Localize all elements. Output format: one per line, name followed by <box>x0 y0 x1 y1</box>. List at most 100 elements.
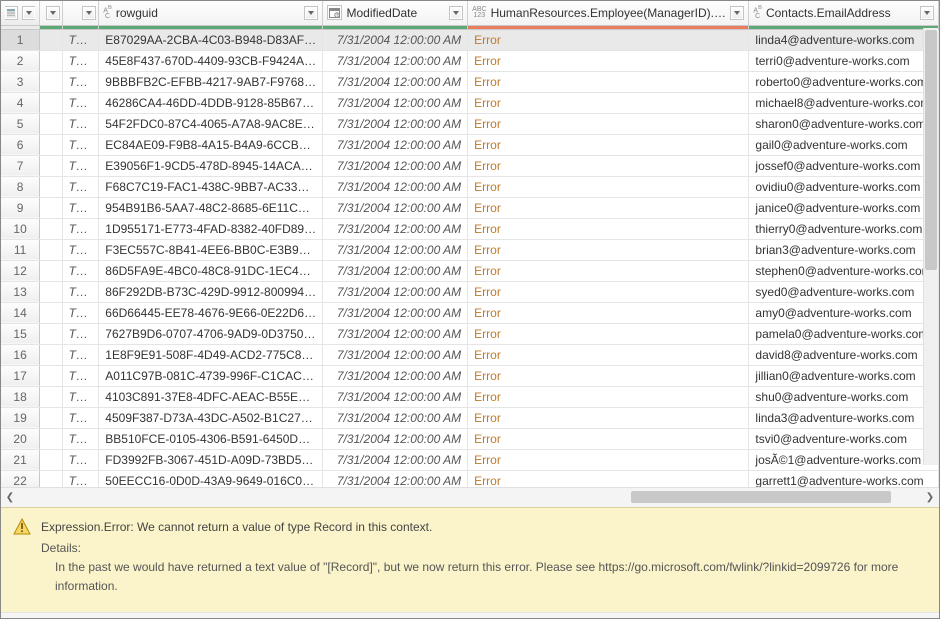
row-number-cell[interactable]: 16 <box>1 344 40 365</box>
title-cell[interactable]: Error <box>468 260 749 281</box>
edit-column-menu[interactable] <box>46 6 60 20</box>
modifieddate-cell[interactable]: 7/31/2004 12:00:00 AM <box>323 302 468 323</box>
rowguid-cell[interactable]: A011C97B-081C-4739-996F-C1CAC4532F... <box>99 365 323 386</box>
edit-cell[interactable] <box>40 113 62 134</box>
flag-cell[interactable]: TRUE <box>62 113 99 134</box>
rowguid-cell[interactable]: 4103C891-37E8-4DFC-AEAC-B55E2BC1B... <box>99 386 323 407</box>
flag-cell[interactable]: TRUE <box>62 386 99 407</box>
flag-cell[interactable]: TRUE <box>62 407 99 428</box>
table-row[interactable]: 12TRUE86D5FA9E-4BC0-48C8-91DC-1EC467418.… <box>1 260 939 281</box>
flag-cell[interactable]: TRUE <box>62 218 99 239</box>
modifieddate-cell[interactable]: 7/31/2004 12:00:00 AM <box>323 155 468 176</box>
flag-cell[interactable]: TRUE <box>62 470 99 487</box>
flag-cell[interactable]: TRUE <box>62 365 99 386</box>
edit-cell[interactable] <box>40 260 62 281</box>
flag-cell[interactable]: TRUE <box>62 155 99 176</box>
row-number-cell[interactable]: 9 <box>1 197 40 218</box>
row-number-header[interactable] <box>1 1 40 25</box>
edit-cell[interactable] <box>40 302 62 323</box>
scroll-right-arrow[interactable]: ❯ <box>921 492 939 503</box>
title-column-menu[interactable] <box>730 6 744 20</box>
title-cell[interactable]: Error <box>468 344 749 365</box>
flag-cell[interactable]: TRUE <box>62 449 99 470</box>
modifieddate-cell[interactable]: 7/31/2004 12:00:00 AM <box>323 344 468 365</box>
modifieddate-cell[interactable]: 7/31/2004 12:00:00 AM <box>323 71 468 92</box>
modifieddate-cell[interactable]: 7/31/2004 12:00:00 AM <box>323 260 468 281</box>
rowguid-cell[interactable]: 954B91B6-5AA7-48C2-8685-6E11C6E5C... <box>99 197 323 218</box>
flag-cell[interactable]: TRUE <box>62 71 99 92</box>
title-cell[interactable]: Error <box>468 71 749 92</box>
table-row[interactable]: 2TRUE45E8F437-670D-4409-93CB-F9424A40D..… <box>1 50 939 71</box>
row-number-cell[interactable]: 4 <box>1 92 40 113</box>
email-cell[interactable]: garrett1@adventure-works.com <box>749 470 939 487</box>
rowguid-cell[interactable]: BB510FCE-0105-4306-B591-6450D9EBF4... <box>99 428 323 449</box>
modifieddate-cell[interactable]: 7/31/2004 12:00:00 AM <box>323 197 468 218</box>
rowguid-cell[interactable]: E87029AA-2CBA-4C03-B948-D83AF0313... <box>99 29 323 50</box>
edit-cell[interactable] <box>40 176 62 197</box>
email-cell[interactable]: linda4@adventure-works.com <box>749 29 939 50</box>
email-cell[interactable]: shu0@adventure-works.com <box>749 386 939 407</box>
horizontal-scroll-thumb[interactable] <box>631 491 891 503</box>
rowguid-cell[interactable]: F68C7C19-FAC1-438C-9BB7-AC33FCC34... <box>99 176 323 197</box>
flag-cell[interactable]: TRUE <box>62 50 99 71</box>
modifieddate-cell[interactable]: 7/31/2004 12:00:00 AM <box>323 323 468 344</box>
rowguid-cell[interactable]: 86D5FA9E-4BC0-48C8-91DC-1EC467418... <box>99 260 323 281</box>
table-row[interactable]: 15TRUE7627B9D6-0707-4706-9AD9-0D37506B0.… <box>1 323 939 344</box>
edit-cell[interactable] <box>40 155 62 176</box>
rowguid-cell[interactable]: FD3992FB-3067-451D-A09D-73BD53C0F... <box>99 449 323 470</box>
email-cell[interactable]: amy0@adventure-works.com <box>749 302 939 323</box>
row-number-cell[interactable]: 17 <box>1 365 40 386</box>
flag-cell[interactable]: TRUE <box>62 197 99 218</box>
rowguid-cell[interactable]: 1D955171-E773-4FAD-8382-40FD89BD5... <box>99 218 323 239</box>
table-row[interactable]: 6TRUEEC84AE09-F9B8-4A15-B4A9-6CCBAB919..… <box>1 134 939 155</box>
email-cell[interactable]: jillian0@adventure-works.com <box>749 365 939 386</box>
title-cell[interactable]: Error <box>468 449 749 470</box>
rowguid-cell[interactable]: 1E8F9E91-508F-4D49-ACD2-775C836030... <box>99 344 323 365</box>
title-cell[interactable]: Error <box>468 92 749 113</box>
modifieddate-column-menu[interactable] <box>449 6 463 20</box>
flag-cell[interactable]: TRUE <box>62 302 99 323</box>
rowguid-cell[interactable]: F3EC557C-8B41-4EE6-BB0C-E3B93AFF81... <box>99 239 323 260</box>
edit-cell[interactable] <box>40 407 62 428</box>
rowguid-cell[interactable]: 4509F387-D73A-43DC-A502-B1C27AA1D... <box>99 407 323 428</box>
edit-cell[interactable] <box>40 365 62 386</box>
email-cell[interactable]: sharon0@adventure-works.com <box>749 113 939 134</box>
modifieddate-cell[interactable]: 7/31/2004 12:00:00 AM <box>323 239 468 260</box>
table-row[interactable]: 3TRUE9BBBFB2C-EFBB-4217-9AB7-F976893288.… <box>1 71 939 92</box>
email-cell[interactable]: tsvi0@adventure-works.com <box>749 428 939 449</box>
modifieddate-cell[interactable]: 7/31/2004 12:00:00 AM <box>323 470 468 487</box>
table-row[interactable]: 7TRUEE39056F1-9CD5-478D-8945-14ACA7FBD..… <box>1 155 939 176</box>
edit-cell[interactable] <box>40 386 62 407</box>
title-cell[interactable]: Error <box>468 113 749 134</box>
email-cell[interactable]: jossef0@adventure-works.com <box>749 155 939 176</box>
edit-cell[interactable] <box>40 428 62 449</box>
table-row[interactable]: 22TRUE50EECC16-0D0D-43A9-9649-016C06DE8.… <box>1 470 939 487</box>
title-cell[interactable]: Error <box>468 323 749 344</box>
edit-cell[interactable] <box>40 197 62 218</box>
flag-cell[interactable]: TRUE <box>62 134 99 155</box>
edit-cell[interactable] <box>40 218 62 239</box>
modifieddate-cell[interactable]: 7/31/2004 12:00:00 AM <box>323 134 468 155</box>
table-row[interactable]: 19 TRUE4509F387-D73A-43DC-A502-B1C27AA1D.… <box>1 407 939 428</box>
edit-cell[interactable] <box>40 29 62 50</box>
flag-cell[interactable]: TRUE <box>62 260 99 281</box>
title-cell[interactable]: Error <box>468 239 749 260</box>
email-column-header[interactable]: ABC Contacts.EmailAddress <box>749 1 939 25</box>
email-cell[interactable]: linda3@adventure-works.com <box>749 407 939 428</box>
row-number-cell[interactable]: 13 <box>1 281 40 302</box>
modifieddate-cell[interactable]: 7/31/2004 12:00:00 AM <box>323 113 468 134</box>
email-cell[interactable]: brian3@adventure-works.com <box>749 239 939 260</box>
rowguid-cell[interactable]: 45E8F437-670D-4409-93CB-F9424A40D... <box>99 50 323 71</box>
title-cell[interactable]: Error <box>468 218 749 239</box>
edit-cell[interactable] <box>40 92 62 113</box>
table-row[interactable]: 11TRUEF3EC557C-8B41-4EE6-BB0C-E3B93AFF81… <box>1 239 939 260</box>
table-row[interactable]: 4TRUE46286CA4-46DD-4DDB-9128-85B67E98D..… <box>1 92 939 113</box>
table-icon[interactable] <box>5 6 18 20</box>
email-cell[interactable]: ovidiu0@adventure-works.com <box>749 176 939 197</box>
row-header-menu[interactable] <box>22 6 35 20</box>
rowguid-cell[interactable]: 66D66445-EE78-4676-9E66-0E22D6109A... <box>99 302 323 323</box>
modifieddate-cell[interactable]: 7/31/2004 12:00:00 AM <box>323 365 468 386</box>
row-number-cell[interactable]: 19 <box>1 407 40 428</box>
flag-cell[interactable]: TRUE <box>62 344 99 365</box>
table-row[interactable]: 14TRUE66D66445-EE78-4676-9E66-0E22D6109A… <box>1 302 939 323</box>
